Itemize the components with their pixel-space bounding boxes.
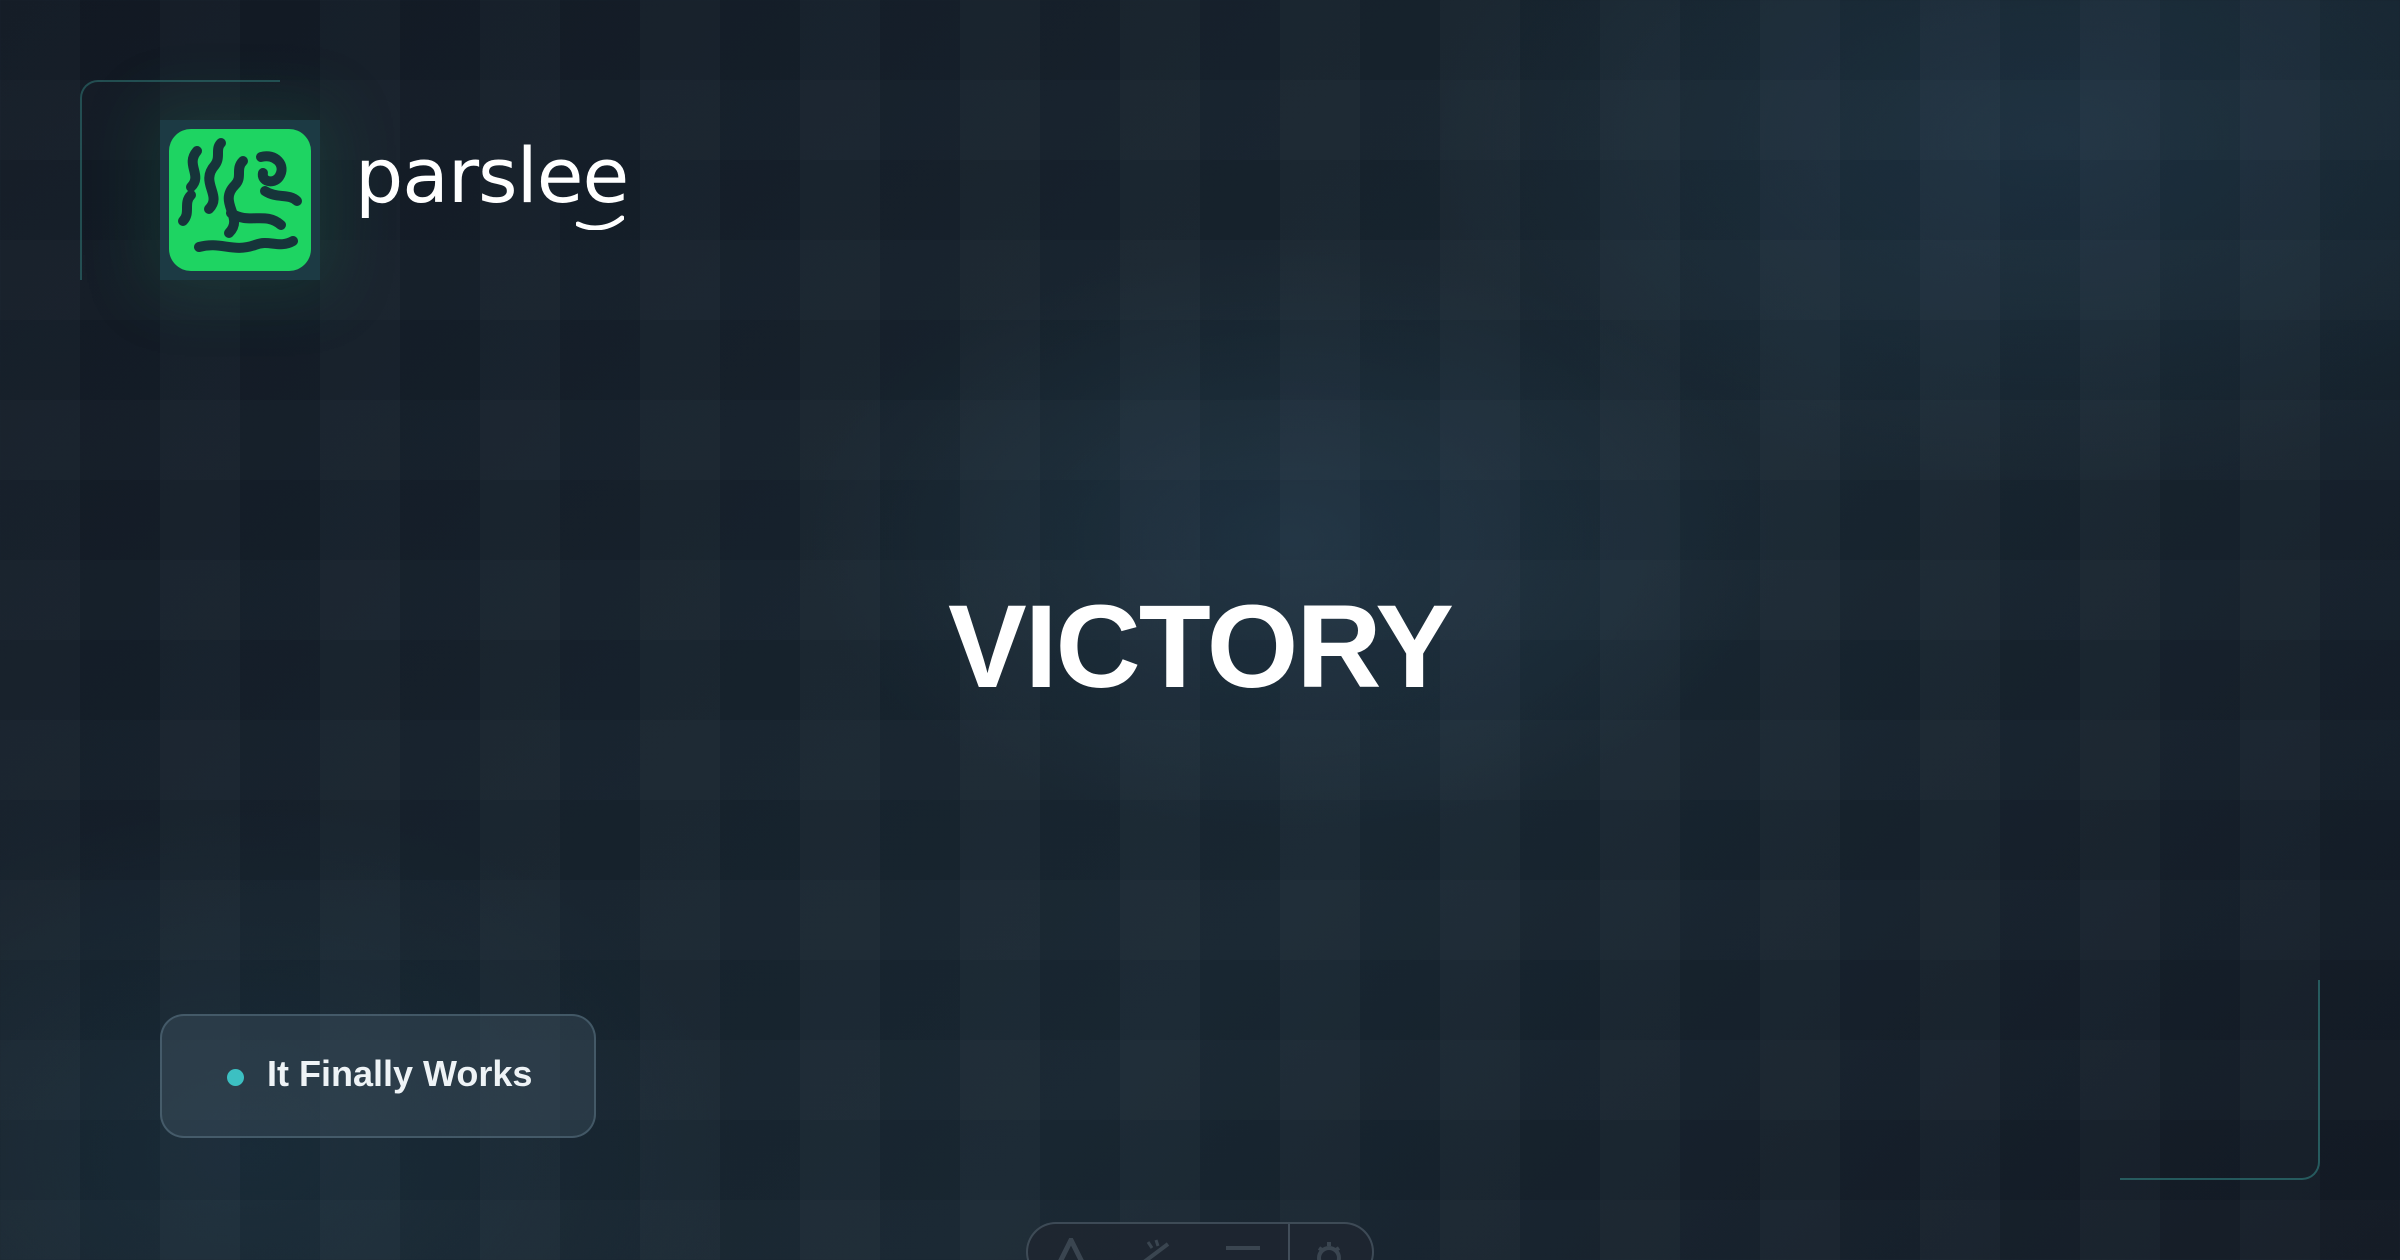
brand-swoosh-icon <box>576 215 624 230</box>
status-badge-label: It Finally Works <box>267 1053 533 1094</box>
pen-icon[interactable] <box>1140 1238 1174 1260</box>
presentation-toolbar <box>1026 1222 1374 1260</box>
status-dot-icon <box>227 1069 244 1086</box>
corner-frame-bottom-right <box>2120 980 2320 1180</box>
toolbar-divider <box>1288 1224 1290 1260</box>
status-badge: It Finally Works <box>160 1014 596 1138</box>
logo <box>160 120 320 280</box>
slide-headline: VICTORY <box>948 581 1454 713</box>
brand-name: parslee <box>355 131 629 220</box>
parslee-leaf-logo-icon <box>169 129 311 271</box>
text-format-icon[interactable] <box>1056 1238 1086 1260</box>
menu-icon[interactable] <box>1224 1238 1262 1260</box>
settings-icon[interactable] <box>1312 1238 1346 1260</box>
